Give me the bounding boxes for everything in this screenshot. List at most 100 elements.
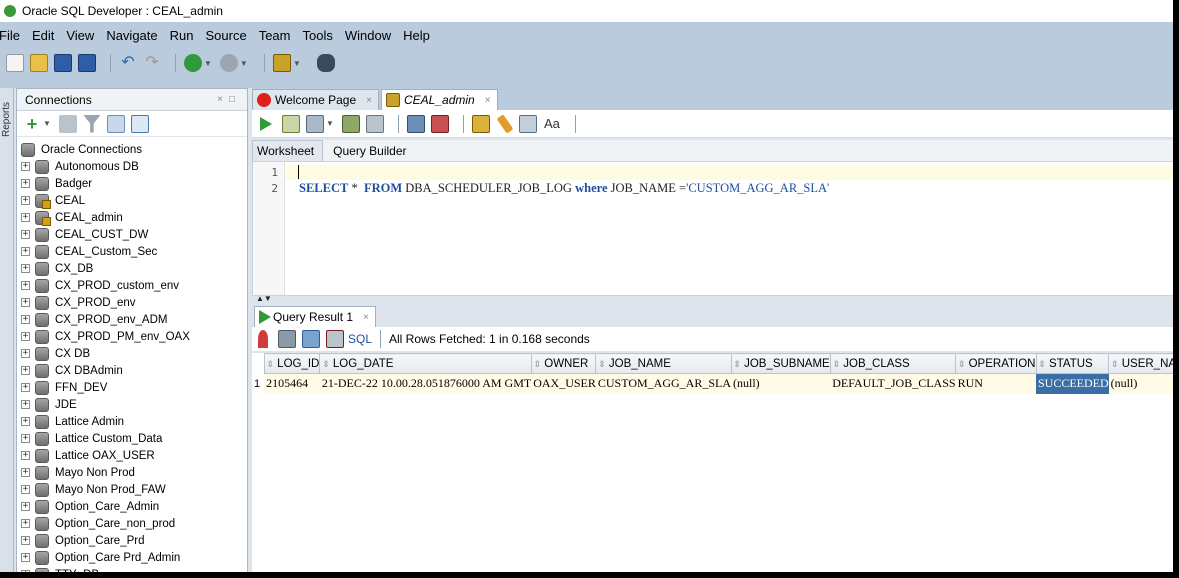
tab-worksheet[interactable]: Worksheet: [252, 140, 324, 161]
tree-item-connection[interactable]: + CX_PROD_PM_env_OAX: [17, 328, 247, 345]
expand-icon[interactable]: +: [21, 400, 30, 409]
collapse-arrows-icon[interactable]: ▲▼: [256, 294, 272, 303]
tree-item-connection[interactable]: + CX DBAdmin: [17, 362, 247, 379]
run-statement-icon[interactable]: [260, 116, 272, 131]
tree-item-connection[interactable]: + Mayo Non Prod_FAW: [17, 481, 247, 498]
forward-dropdown-icon[interactable]: ▼: [240, 59, 248, 68]
sort-icon[interactable]: ⇳: [734, 359, 742, 369]
add-connection-dropdown-icon[interactable]: ▼: [43, 119, 51, 128]
tree-item-connection[interactable]: + Mayo Non Prod: [17, 464, 247, 481]
editor-results-splitter[interactable]: ▲▼: [252, 294, 1173, 303]
rollback-icon[interactable]: [430, 114, 449, 133]
tree-item-connection[interactable]: + TTY_DB: [17, 566, 247, 572]
close-tab-icon[interactable]: ×: [366, 95, 372, 106]
column-header[interactable]: ⇳ JOB_CLASS: [829, 353, 957, 374]
sort-icon[interactable]: ⇳: [534, 359, 542, 369]
expand-icon[interactable]: +: [21, 417, 30, 426]
sql-history-icon[interactable]: [518, 114, 537, 133]
expand-icon[interactable]: +: [21, 485, 30, 494]
tree-item-connection[interactable]: + CEAL_admin: [17, 209, 247, 226]
table-cell[interactable]: OAX_USER: [531, 373, 596, 394]
menu-window[interactable]: Window: [345, 28, 391, 43]
expand-icon[interactable]: +: [21, 179, 30, 188]
tab-query-builder[interactable]: Query Builder: [329, 140, 414, 161]
column-header[interactable]: ⇳ JOB_NAME: [595, 353, 732, 374]
expand-icon[interactable]: +: [21, 553, 30, 562]
table-cell[interactable]: 21-DEC-22 10.00.28.051876000 AM GMT: [319, 373, 532, 394]
column-header[interactable]: ⇳ OWNER: [530, 353, 597, 374]
add-connection-icon[interactable]: +: [23, 115, 41, 133]
tree-item-connection[interactable]: + Lattice Custom_Data: [17, 430, 247, 447]
menu-edit[interactable]: Edit: [32, 28, 54, 43]
sort-icon[interactable]: ⇳: [598, 359, 606, 369]
table-cell[interactable]: DEFAULT_JOB_CLASS: [830, 373, 956, 394]
tree-item-connection[interactable]: + Lattice OAX_USER: [17, 447, 247, 464]
expand-icon[interactable]: +: [21, 451, 30, 460]
close-tab-icon[interactable]: ×: [485, 95, 491, 106]
tuning-advisor-icon[interactable]: [365, 114, 384, 133]
tree-item-connection[interactable]: + JDE: [17, 396, 247, 413]
cancel-query-icon[interactable]: [326, 330, 344, 348]
expand-icon[interactable]: +: [21, 213, 30, 222]
expand-icon[interactable]: +: [21, 434, 30, 443]
tree-item-connection[interactable]: + CX_DB: [17, 260, 247, 277]
expand-icon[interactable]: +: [21, 230, 30, 239]
tab-welcome-page[interactable]: Welcome Page ×: [252, 89, 379, 110]
binoculars-icon[interactable]: [316, 54, 335, 72]
sql-editor[interactable]: 1 2 SELECT * FROM DBA_SCHEDULER_JOB_LOG …: [252, 162, 1173, 295]
expand-icon[interactable]: +: [21, 383, 30, 392]
back-icon[interactable]: [184, 54, 202, 72]
save-icon[interactable]: [54, 54, 72, 72]
table-cell[interactable]: 2105464: [264, 373, 320, 394]
sort-icon[interactable]: ⇳: [267, 359, 275, 369]
open-folder-icon[interactable]: [30, 54, 48, 72]
expand-icon[interactable]: +: [21, 502, 30, 511]
back-dropdown-icon[interactable]: ▼: [204, 59, 212, 68]
panel-window-controls-icon[interactable]: ×□: [217, 94, 241, 105]
expand-icon[interactable]: +: [21, 519, 30, 528]
expand-icon[interactable]: +: [21, 570, 30, 572]
menu-navigate[interactable]: Navigate: [106, 28, 157, 43]
table-cell[interactable]: (null): [1108, 373, 1173, 394]
expand-icon[interactable]: +: [21, 315, 30, 324]
tree-item-connection[interactable]: + Option_Care Prd_Admin: [17, 549, 247, 566]
refresh-icon[interactable]: [58, 114, 77, 133]
tree-item-connection[interactable]: + Option_Care_Prd: [17, 532, 247, 549]
filter-icon[interactable]: [82, 114, 101, 133]
sql-link[interactable]: SQL: [348, 332, 372, 346]
autotrace-icon[interactable]: [306, 114, 324, 133]
forward-icon[interactable]: [219, 54, 238, 72]
redo-icon[interactable]: ↷: [143, 54, 161, 72]
tree-item-connection[interactable]: + CX_PROD_env_ADM: [17, 311, 247, 328]
menu-source[interactable]: Source: [205, 28, 246, 43]
refresh-results-icon[interactable]: [302, 330, 320, 348]
expand-icon[interactable]: +: [21, 332, 30, 341]
expand-icon[interactable]: +: [21, 162, 30, 171]
commit-icon[interactable]: [406, 114, 425, 133]
save-all-icon[interactable]: [78, 54, 96, 72]
column-header[interactable]: ⇳ LOG_ID: [263, 353, 321, 374]
tree-item-connection[interactable]: + CX_PROD_custom_env: [17, 277, 247, 294]
menu-view[interactable]: View: [66, 28, 94, 43]
expand-icon[interactable]: +: [21, 468, 30, 477]
tab-ceal-admin[interactable]: CEAL_admin ×: [381, 89, 498, 110]
clear-eraser-icon[interactable]: [496, 113, 514, 134]
menu-tools[interactable]: Tools: [302, 28, 332, 43]
expand-icon[interactable]: +: [21, 298, 30, 307]
menu-run[interactable]: Run: [170, 28, 194, 43]
tree-item-connection[interactable]: + CX DB: [17, 345, 247, 362]
sort-icon[interactable]: ⇳: [958, 359, 966, 369]
column-header[interactable]: ⇳ JOB_SUBNAME: [730, 353, 831, 374]
undo-icon[interactable]: ↶: [119, 54, 137, 72]
tree-item-connection[interactable]: + Lattice Admin: [17, 413, 247, 430]
sql-worksheet-icon[interactable]: [272, 54, 291, 72]
print-icon[interactable]: [278, 330, 296, 348]
menu-team[interactable]: Team: [259, 28, 291, 43]
tree-item-connection[interactable]: + CX_PROD_env: [17, 294, 247, 311]
expand-icon[interactable]: +: [21, 264, 30, 273]
tree-item-connection[interactable]: + Option_Care_non_prod: [17, 515, 247, 532]
new-file-icon[interactable]: [6, 54, 24, 72]
column-header[interactable]: ⇳ STATUS: [1035, 353, 1110, 374]
unshared-sql-worksheet-icon[interactable]: [471, 114, 490, 133]
tree-item-connection[interactable]: + Badger: [17, 175, 247, 192]
